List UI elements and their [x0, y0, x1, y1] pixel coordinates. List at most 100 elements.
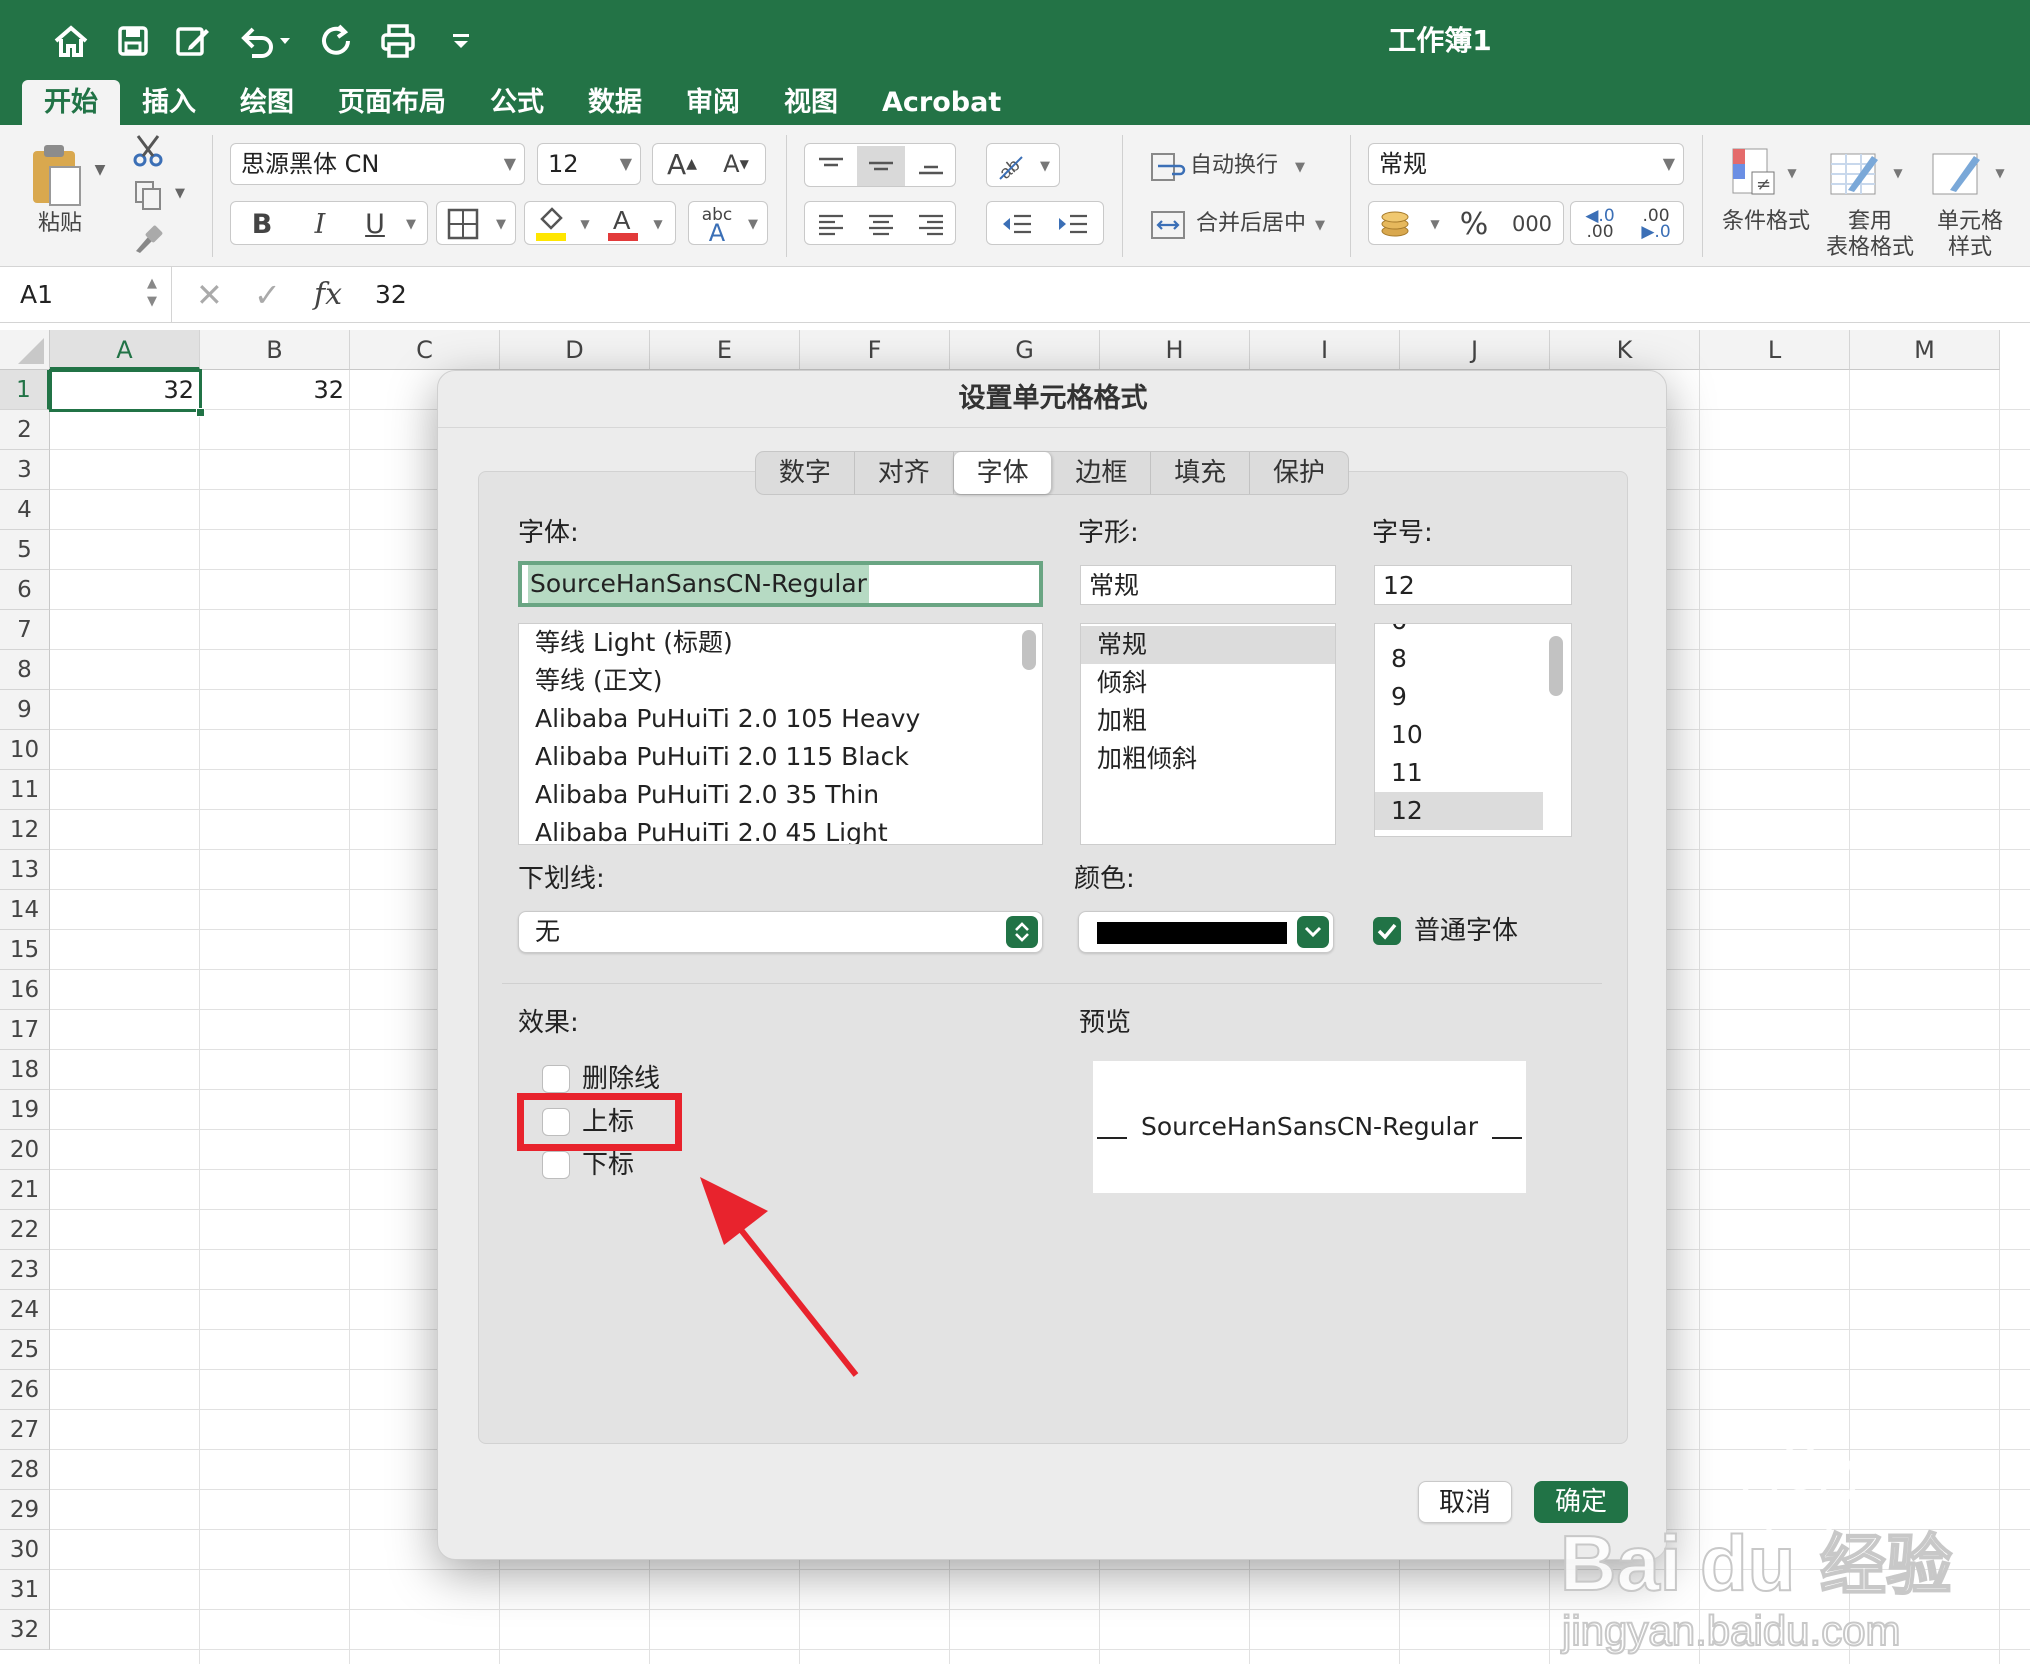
decrease-decimal-button[interactable]: .00 ▶.0 — [1629, 204, 1683, 244]
merge-center-icon[interactable] — [1148, 205, 1188, 245]
list-item[interactable]: 常规 — [1081, 626, 1335, 664]
column-header-k[interactable]: K — [1550, 330, 1700, 370]
row-header-6[interactable]: 6 — [0, 570, 50, 610]
phonetic-button[interactable]: abc A ▼ — [688, 201, 768, 245]
row-header-4[interactable]: 4 — [0, 490, 50, 530]
row-header-8[interactable]: 8 — [0, 650, 50, 690]
normal-font-label[interactable]: 普通字体 — [1414, 915, 1518, 947]
row-header-15[interactable]: 15 — [0, 930, 50, 970]
cancel-button[interactable]: 取消 — [1418, 1481, 1512, 1523]
cell-styles-label-1[interactable]: 单元格 — [1920, 209, 2020, 235]
list-item[interactable]: 11 — [1375, 754, 1543, 792]
row-header-28[interactable]: 28 — [0, 1450, 50, 1490]
size-list[interactable]: 6 8 9 10 11 12 — [1374, 623, 1572, 837]
align-left-icon[interactable] — [807, 204, 855, 244]
list-item[interactable]: Alibaba PuHuiTi 2.0 45 Light — [519, 814, 1042, 844]
cell-styles-label-2[interactable]: 样式 — [1920, 235, 2020, 261]
list-item[interactable]: 等线 Light (标题) — [519, 624, 1042, 662]
size-input[interactable]: 12 — [1374, 565, 1572, 605]
row-header-2[interactable]: 2 — [0, 410, 50, 450]
save-icon[interactable] — [110, 18, 156, 64]
undo-icon[interactable] — [235, 18, 295, 64]
chevron-down-icon[interactable]: ▼ — [575, 204, 595, 244]
select-all-corner[interactable] — [0, 330, 50, 370]
list-item[interactable]: Alibaba PuHuiTi 2.0 105 Heavy — [519, 700, 1042, 738]
wrap-text-button[interactable]: 自动换行 — [1190, 153, 1300, 179]
name-box-stepper-icon[interactable]: ▲ ▼ — [147, 275, 157, 311]
column-header-i[interactable]: I — [1250, 330, 1400, 370]
row-header-3[interactable]: 3 — [0, 450, 50, 490]
comma-button[interactable]: 000 — [1503, 204, 1561, 244]
row-header-32[interactable]: 32 — [0, 1610, 50, 1650]
merge-center-button[interactable]: 合并后居中 — [1196, 211, 1306, 237]
tab-home[interactable]: 开始 — [22, 80, 120, 125]
row-header-17[interactable]: 17 — [0, 1010, 50, 1050]
borders-button[interactable]: ▼ — [436, 201, 516, 245]
font-list[interactable]: 等线 Light (标题) 等线 (正文) Alibaba PuHuiTi 2.… — [518, 623, 1043, 845]
insert-function-icon[interactable]: fx — [314, 267, 342, 323]
increase-decimal-button[interactable]: ◀.0.00 — [1573, 204, 1627, 244]
confirm-entry-icon[interactable]: ✓ — [254, 267, 281, 323]
tab-draw[interactable]: 绘图 — [218, 80, 316, 125]
increase-font-button[interactable]: A ▲ — [657, 144, 707, 184]
list-item[interactable]: 倾斜 — [1081, 664, 1335, 702]
orientation-button[interactable]: ab ▼ — [986, 143, 1060, 187]
column-header-h[interactable]: H — [1100, 330, 1250, 370]
tab-alignment[interactable]: 对齐 — [855, 452, 954, 494]
table-format-label-1[interactable]: 套用 — [1820, 209, 1920, 235]
tab-data[interactable]: 数据 — [566, 80, 664, 125]
conditional-format-icon[interactable]: ≠ — [1728, 145, 1782, 199]
row-header-14[interactable]: 14 — [0, 890, 50, 930]
italic-button[interactable]: I — [295, 204, 345, 244]
style-list[interactable]: 常规 倾斜 加粗 加粗倾斜 — [1080, 623, 1336, 845]
align-bottom-icon[interactable] — [907, 146, 955, 186]
column-header-m[interactable]: M — [1850, 330, 2000, 370]
row-header-9[interactable]: 9 — [0, 690, 50, 730]
list-item[interactable]: 12 — [1375, 792, 1543, 830]
column-header-g[interactable]: G — [950, 330, 1100, 370]
tab-fill[interactable]: 填充 — [1151, 452, 1251, 494]
font-list-scrollbar[interactable] — [1022, 630, 1036, 670]
list-item[interactable]: 8 — [1375, 640, 1543, 678]
list-item[interactable]: 10 — [1375, 716, 1543, 754]
list-item[interactable]: 6 — [1375, 624, 1543, 640]
row-header-16[interactable]: 16 — [0, 970, 50, 1010]
wrap-text-icon[interactable] — [1148, 147, 1188, 187]
row-header-12[interactable]: 12 — [0, 810, 50, 850]
chevron-down-icon[interactable]: ▼ — [1890, 161, 1906, 185]
print-icon[interactable] — [375, 18, 421, 64]
row-header-11[interactable]: 11 — [0, 770, 50, 810]
accounting-icon[interactable] — [1373, 204, 1423, 244]
font-name-input[interactable]: SourceHanSansCN-Regular — [518, 561, 1043, 607]
name-box[interactable]: A1 ▲ ▼ — [0, 267, 172, 323]
row-header-21[interactable]: 21 — [0, 1170, 50, 1210]
row-header-13[interactable]: 13 — [0, 850, 50, 890]
home-icon[interactable] — [48, 18, 94, 64]
decrease-font-button[interactable]: A ▼ — [711, 144, 761, 184]
column-header-c[interactable]: C — [350, 330, 500, 370]
column-header-f[interactable]: F — [800, 330, 950, 370]
subscript-label[interactable]: 下标 — [582, 1149, 634, 1181]
list-item[interactable]: Alibaba PuHuiTi 2.0 35 Thin — [519, 776, 1042, 814]
tab-number[interactable]: 数字 — [756, 452, 855, 494]
align-right-icon[interactable] — [907, 204, 955, 244]
tab-insert[interactable]: 插入 — [120, 80, 218, 125]
align-top-icon[interactable] — [807, 146, 855, 186]
align-center-icon[interactable] — [857, 204, 905, 244]
row-header-24[interactable]: 24 — [0, 1290, 50, 1330]
formula-input[interactable]: 32 — [375, 267, 407, 323]
chevron-down-icon[interactable]: ▼ — [1425, 204, 1445, 244]
paste-dropdown-icon[interactable]: ▼ — [90, 155, 110, 185]
list-item[interactable]: 加粗倾斜 — [1081, 740, 1335, 778]
row-header-30[interactable]: 30 — [0, 1530, 50, 1570]
tab-border[interactable]: 边框 — [1052, 452, 1152, 494]
column-header-j[interactable]: J — [1400, 330, 1550, 370]
chevron-down-icon[interactable]: ▼ — [399, 204, 423, 244]
column-header-a[interactable]: A — [50, 330, 200, 370]
fill-handle[interactable] — [196, 408, 205, 417]
cell-styles-icon[interactable] — [1928, 145, 1988, 199]
row-header-19[interactable]: 19 — [0, 1090, 50, 1130]
row-header-18[interactable]: 18 — [0, 1050, 50, 1090]
chevron-down-icon[interactable]: ▼ — [1992, 161, 2008, 185]
column-header-b[interactable]: B — [200, 330, 350, 370]
